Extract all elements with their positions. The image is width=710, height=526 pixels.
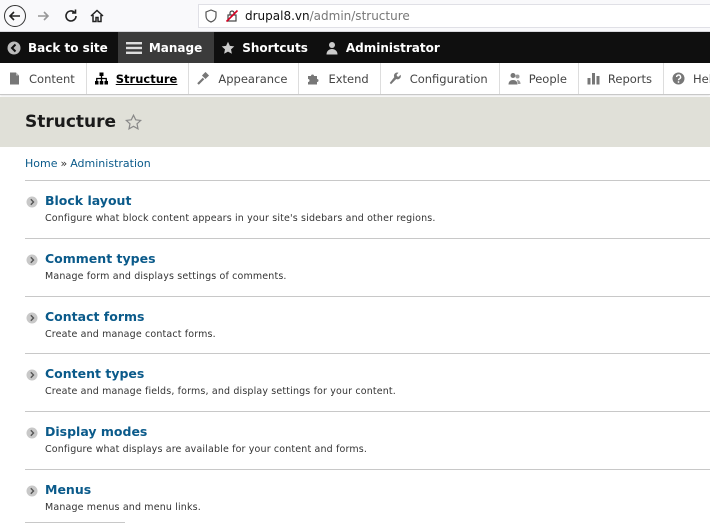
tray-item-people[interactable]: People xyxy=(500,63,579,94)
tray-item-label: Reports xyxy=(607,71,653,86)
circle-chevron-icon xyxy=(26,312,38,324)
back-to-site-link[interactable]: Back to site xyxy=(0,32,118,63)
page-header: Structure xyxy=(0,97,710,147)
forward-button[interactable] xyxy=(32,5,54,27)
reload-button[interactable] xyxy=(60,5,82,27)
divider xyxy=(25,522,125,523)
bar-chart-icon xyxy=(587,73,600,85)
paint-icon xyxy=(197,72,210,85)
main-content: Home » Administration Block layout Confi… xyxy=(25,147,710,526)
tray-item-label: Appearance xyxy=(218,71,288,86)
admin-list-item: Block layout Configure what block conten… xyxy=(25,181,710,239)
tray-item-label: Configuration xyxy=(409,71,488,86)
manage-label: Manage xyxy=(148,40,203,55)
add-shortcut-star-icon[interactable] xyxy=(125,113,143,131)
arrow-right-icon xyxy=(38,10,50,21)
people-icon xyxy=(508,73,521,85)
admin-item-link[interactable]: Contact forms xyxy=(45,309,144,324)
user-tab[interactable]: Administrator xyxy=(318,32,450,63)
arrow-left-icon xyxy=(8,10,20,21)
tray-item-structure[interactable]: Structure xyxy=(87,63,190,94)
admin-tray: Content Structure Appearance Extend Conf… xyxy=(0,63,710,95)
puzzle-icon xyxy=(308,74,319,85)
tray-item-label: Extend xyxy=(328,71,369,86)
shield-icon[interactable] xyxy=(204,9,218,23)
insecure-lock-icon[interactable] xyxy=(225,9,239,23)
home-button[interactable] xyxy=(86,5,108,27)
breadcrumb-separator: » xyxy=(60,157,68,170)
circle-chevron-icon xyxy=(26,427,38,439)
admin-list-item: Display modes Configure what displays ar… xyxy=(25,412,710,470)
breadcrumb-home[interactable]: Home xyxy=(25,157,57,170)
admin-item-description: Manage form and displays settings of com… xyxy=(45,270,287,282)
tray-item-help[interactable]: Help xyxy=(664,63,710,94)
tray-item-label: Content xyxy=(29,71,75,86)
sitemap-icon xyxy=(94,72,108,85)
admin-item-link[interactable]: Comment types xyxy=(45,251,156,266)
admin-list-item: Comment types Manage form and displays s… xyxy=(25,239,710,297)
circle-arrow-left-icon xyxy=(7,41,21,54)
admin-item-link[interactable]: Menus xyxy=(45,482,91,497)
tray-item-configuration[interactable]: Configuration xyxy=(381,63,500,94)
admin-item-description: Create and manage contact forms. xyxy=(45,328,216,340)
circle-chevron-icon xyxy=(26,485,38,497)
browser-bar: drupal8.vn/admin/structure xyxy=(0,0,710,32)
wrench-icon xyxy=(389,72,401,85)
admin-item-link[interactable]: Display modes xyxy=(45,424,147,439)
breadcrumb-administration[interactable]: Administration xyxy=(70,157,151,170)
tray-item-content[interactable]: Content xyxy=(0,63,87,94)
back-to-site-label: Back to site xyxy=(28,40,108,55)
url-bar[interactable]: drupal8.vn/admin/structure xyxy=(198,4,710,28)
admin-item-link[interactable]: Content types xyxy=(45,366,144,381)
tray-item-label: People xyxy=(528,71,567,86)
admin-toolbar: Back to site Manage Shortcuts Administra… xyxy=(0,32,710,63)
admin-item-description: Manage menus and menu links. xyxy=(45,501,201,513)
page-title: Structure xyxy=(25,112,117,132)
user-label: Administrator xyxy=(345,40,440,55)
admin-item-description: Configure what displays are available fo… xyxy=(45,444,368,456)
tray-item-label: Structure xyxy=(115,71,178,86)
admin-list-item: Menus Manage menus and menu links. xyxy=(25,470,710,526)
admin-list-item: Contact forms Create and manage contact … xyxy=(25,297,710,355)
back-button[interactable] xyxy=(4,4,26,27)
hamburger-icon xyxy=(125,41,142,54)
tray-item-reports[interactable]: Reports xyxy=(579,63,665,94)
shortcuts-label: Shortcuts xyxy=(242,40,308,55)
url-host: drupal8.vn xyxy=(245,9,310,23)
admin-item-description: Configure what block content appears in … xyxy=(45,213,436,224)
file-icon xyxy=(10,72,19,85)
help-icon xyxy=(672,72,685,85)
shortcuts-tab[interactable]: Shortcuts xyxy=(214,32,318,63)
admin-list-item: Content types Create and manage fields, … xyxy=(25,354,710,413)
circle-chevron-icon xyxy=(26,254,38,266)
circle-chevron-icon xyxy=(26,369,38,381)
reload-icon xyxy=(65,9,77,22)
manage-tab[interactable]: Manage xyxy=(117,32,215,63)
tray-item-appearance[interactable]: Appearance xyxy=(189,63,300,94)
star-icon xyxy=(221,41,235,54)
breadcrumb: Home » Administration xyxy=(25,147,710,181)
user-icon xyxy=(326,41,338,54)
tray-item-label: Help xyxy=(693,71,710,86)
circle-chevron-icon xyxy=(26,196,38,208)
home-icon xyxy=(90,8,104,22)
admin-item-description: Create and manage fields, forms, and dis… xyxy=(45,386,396,398)
url-path: /admin/structure xyxy=(309,9,410,23)
tray-item-extend[interactable]: Extend xyxy=(299,63,381,94)
admin-item-link[interactable]: Block layout xyxy=(45,193,131,208)
